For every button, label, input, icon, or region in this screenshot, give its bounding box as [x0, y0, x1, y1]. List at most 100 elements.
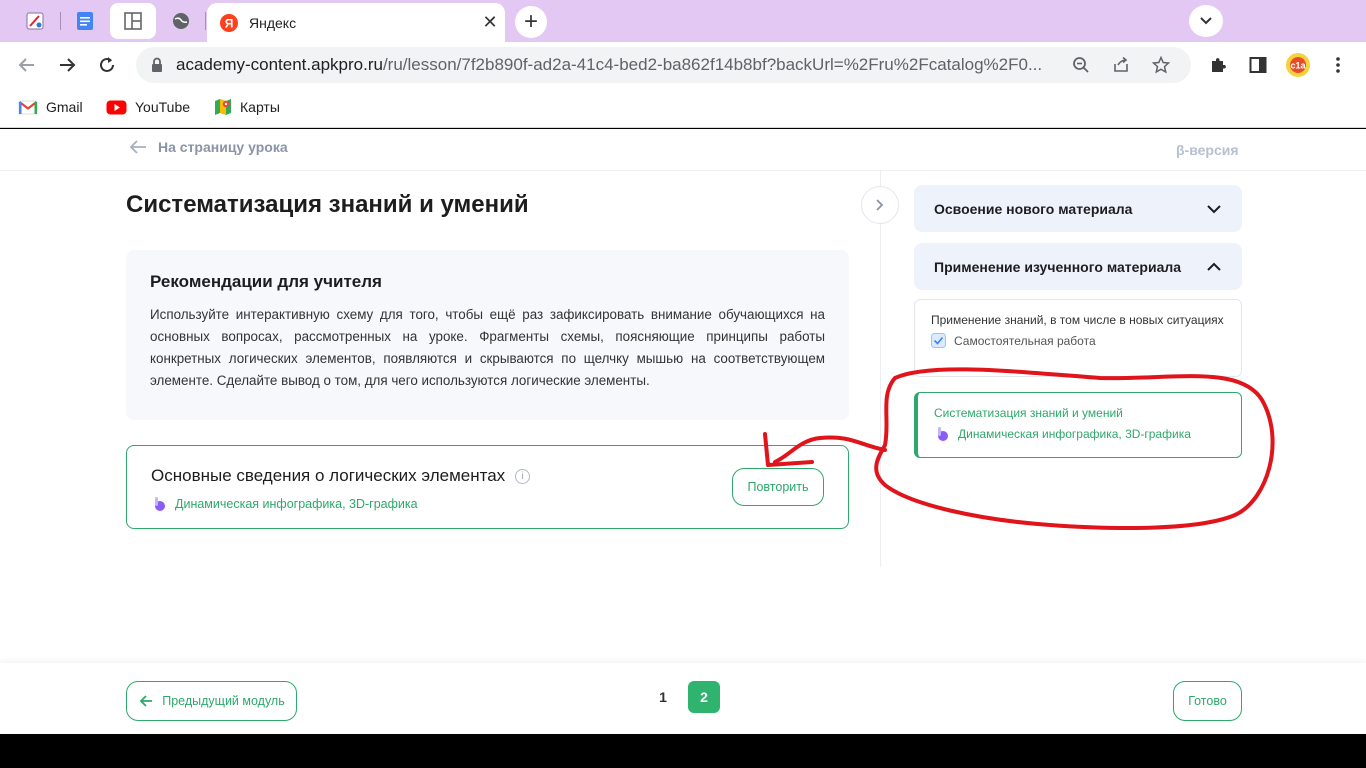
- beta-badge: β-версия: [1176, 142, 1239, 158]
- page-number-2[interactable]: 2: [688, 681, 720, 713]
- resource-title-row: Основные сведения о логических элементах…: [151, 466, 531, 486]
- svg-text:Я: Я: [225, 16, 234, 30]
- docs-icon: [77, 12, 93, 30]
- side-panel-icon: [1249, 57, 1267, 73]
- lock-icon[interactable]: [150, 57, 164, 73]
- profile-avatar[interactable]: c1a: [1283, 50, 1313, 80]
- side-panel-button[interactable]: [1243, 50, 1273, 80]
- sidebar-item-title: Систематизация знаний и умений: [934, 406, 1123, 420]
- teacher-recommendations: Рекомендации для учителя Используйте инт…: [126, 250, 849, 420]
- paint-app-icon: [26, 12, 44, 30]
- section-applied-material[interactable]: Применение изученного материала: [914, 243, 1242, 290]
- recommendations-text: Используйте интерактивную схему для того…: [150, 307, 825, 388]
- browser-tab-bar: Я Яндекс ✕ +: [0, 0, 1366, 42]
- globe-icon: [173, 13, 189, 29]
- bookmark-label: YouTube: [135, 99, 191, 115]
- star-icon: [1152, 56, 1170, 74]
- arrow-left-icon: [139, 695, 153, 707]
- bookmark-youtube[interactable]: YouTube: [106, 96, 190, 118]
- tab-paint[interactable]: [12, 3, 58, 39]
- recommendations-title: Рекомендации для учителя: [150, 272, 382, 291]
- arrow-left-icon: [129, 140, 146, 154]
- gmail-icon: [18, 100, 38, 114]
- resource-card: Основные сведения о логических элементах…: [126, 445, 849, 529]
- youtube-icon: [106, 100, 127, 114]
- extensions-button[interactable]: [1203, 50, 1233, 80]
- profile-badge-icon: c1a: [1286, 53, 1310, 77]
- tab-grid[interactable]: [110, 3, 156, 39]
- checkbox-icon: [931, 333, 946, 348]
- tab-yandex[interactable]: Я Яндекс ✕: [207, 3, 505, 42]
- maps-icon: [215, 99, 231, 115]
- chevron-right-icon: [876, 199, 884, 211]
- bookmark-label: Карты: [240, 99, 280, 115]
- reload-icon: [100, 57, 114, 72]
- chevron-down-icon: [1207, 204, 1221, 213]
- profile-badge-text: c1a: [1290, 61, 1306, 71]
- previous-module-button[interactable]: Предыдущий модуль: [126, 681, 297, 721]
- sidebar-item-type: Самостоятельная работа: [931, 333, 1225, 348]
- lesson-page: На страницу урока β-версия Систематизаци…: [0, 129, 1366, 734]
- page-title: Систематизация знаний и умений: [126, 191, 529, 218]
- url-host: academy-content.apkpro.ru: [176, 55, 383, 74]
- url-text[interactable]: academy-content.apkpro.ru/ru/lesson/7f2b…: [176, 55, 1061, 75]
- repeat-button[interactable]: Повторить: [732, 468, 824, 506]
- page-number-1[interactable]: 1: [647, 681, 679, 713]
- sidebar-item-type-label: Динамическая инфографика, 3D-графика: [958, 427, 1191, 441]
- reload-button[interactable]: [92, 50, 122, 80]
- bookmark-star-button[interactable]: [1141, 56, 1181, 74]
- resource-type: Динамическая инфографика, 3D-графика: [151, 496, 418, 512]
- arrow-left-icon: [18, 58, 34, 72]
- tab-globe[interactable]: [158, 3, 204, 39]
- chevron-up-icon: [1207, 262, 1221, 271]
- url-path: /ru/lesson/7f2b890f-ad2a-41c4-bed2-ba862…: [382, 55, 1043, 74]
- back-to-lesson-link[interactable]: На страницу урока: [128, 139, 288, 155]
- zoom-button[interactable]: [1061, 56, 1101, 74]
- hand-pointer-icon: [155, 497, 165, 511]
- bookmarks-bar: Gmail YouTube Карты: [0, 88, 1366, 128]
- previous-module-label: Предыдущий модуль: [162, 694, 285, 708]
- section-new-material[interactable]: Освоение нового материала: [914, 185, 1242, 232]
- bookmark-maps[interactable]: Карты: [214, 96, 280, 118]
- info-icon[interactable]: i: [515, 468, 531, 484]
- zoom-out-icon: [1073, 57, 1089, 73]
- yandex-icon: Я: [220, 13, 238, 32]
- arrow-right-icon: [60, 58, 76, 72]
- browser-toolbar: academy-content.apkpro.ru/ru/lesson/7f2b…: [0, 42, 1366, 88]
- section-label: Освоение нового материала: [934, 200, 1133, 217]
- bookmark-label: Gmail: [46, 99, 83, 115]
- forward-button[interactable]: [52, 50, 82, 80]
- back-link-label: На страницу урока: [158, 139, 288, 155]
- bookmark-gmail[interactable]: Gmail: [18, 96, 83, 118]
- close-tab-icon[interactable]: ✕: [475, 12, 505, 33]
- grid-layout-icon: [124, 12, 142, 30]
- page-top-nav: На страницу урока β-версия: [0, 129, 1366, 171]
- resource-type-label: Динамическая инфографика, 3D-графика: [175, 497, 418, 511]
- sidebar-item-systematization[interactable]: Систематизация знаний и умений Динамичес…: [914, 392, 1242, 458]
- tab-search-button[interactable]: [1189, 5, 1223, 37]
- sidebar-item-type-label: Самостоятельная работа: [954, 333, 1096, 348]
- bottom-black-bar: [0, 734, 1366, 768]
- hand-pointer-icon: [938, 427, 948, 441]
- share-icon: [1114, 56, 1128, 72]
- chevron-down-icon: [1200, 17, 1212, 25]
- browser-menu-button[interactable]: [1323, 50, 1353, 80]
- puzzle-icon: [1212, 58, 1226, 72]
- screen: Я Яндекс ✕ + academy-content.apkpro.ru/r…: [0, 0, 1366, 768]
- resource-title: Основные сведения о логических элементах: [151, 466, 506, 485]
- collapse-sidebar-button[interactable]: [861, 186, 899, 224]
- address-bar[interactable]: academy-content.apkpro.ru/ru/lesson/7f2b…: [136, 47, 1191, 83]
- kebab-menu-icon: [1336, 57, 1340, 73]
- sidebar-divider: [880, 171, 881, 567]
- tab-title: Яндекс: [249, 14, 297, 31]
- section-label: Применение изученного материала: [934, 258, 1182, 275]
- new-tab-button[interactable]: +: [515, 6, 547, 38]
- sidebar-item-knowledge-application[interactable]: Применение знаний, в том числе в новых с…: [914, 299, 1242, 377]
- sidebar-item-title: Применение знаний, в том числе в новых с…: [931, 313, 1224, 327]
- sidebar-item-type: Динамическая инфографика, 3D-графика: [934, 426, 1225, 442]
- module-footer: Предыдущий модуль 1 2 Готово: [0, 663, 1366, 734]
- tab-docs[interactable]: [62, 3, 108, 39]
- done-button[interactable]: Готово: [1173, 681, 1242, 721]
- back-button[interactable]: [12, 50, 42, 80]
- share-button[interactable]: [1101, 56, 1141, 74]
